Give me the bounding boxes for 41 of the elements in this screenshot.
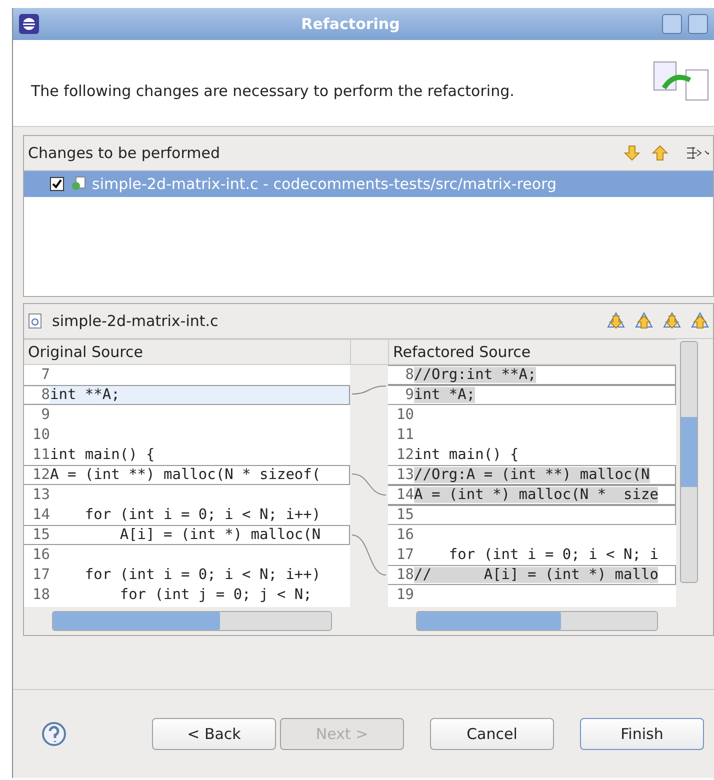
up-arrow-icon[interactable] <box>651 144 669 162</box>
header-message: The following changes are necessary to perform the refactoring. <box>31 82 516 100</box>
next-change-icon[interactable] <box>663 312 681 330</box>
diff-connector <box>352 534 386 576</box>
diff-connector <box>352 386 386 394</box>
horizontal-scrollbar[interactable] <box>52 611 332 631</box>
code-line: for (int j = 0; j < N; <box>118 587 312 603</box>
file-change-icon <box>70 176 86 192</box>
changes-title: Changes to be performed <box>28 144 221 162</box>
code-line: A[i] = (int *) malloc(N <box>118 527 321 543</box>
refactored-source-header: Refactored Source <box>388 339 676 365</box>
c-file-icon <box>28 313 42 329</box>
checkbox[interactable] <box>50 177 64 191</box>
code-line: int main() { <box>414 447 519 463</box>
previous-difference-icon[interactable] <box>635 312 653 330</box>
help-icon[interactable] <box>41 721 67 747</box>
line-number: 8 <box>24 387 50 403</box>
code-line: for (int i = 0; i < N; i <box>448 547 658 563</box>
dialog-button[interactable]: Cancel <box>430 718 554 750</box>
dialog-button[interactable]: Finish <box>580 718 704 750</box>
previous-change-icon[interactable] <box>691 312 709 330</box>
original-code-editor[interactable]: 7 8int **A; 9 10 11int main() { 12A = (int **) malloc(N * sizeof( 13 14 for (int i = 0; i < N; i++) 15 A[i] = (int *) malloc(N 16 17 for (int i = 0; i < N; i++) 18 for (int j = 0; j < N; <box>24 365 350 607</box>
dialog-button[interactable]: < Back <box>152 718 276 750</box>
code-line: for (int i = 0; i < N; i++) <box>84 567 321 583</box>
refactored-code-editor[interactable]: 8//Org:int **A; 9int *A; 10 11 12int main() { 13//Org:A = (int **) malloc(N 14A = (int *) malloc(N * size 15 16 17 for (int i = 0; i < N; i 18// A[i] = (int *) mallo 19 <box>388 365 676 607</box>
down-arrow-icon[interactable] <box>623 144 641 162</box>
app-logo-icon <box>19 14 39 34</box>
maximize-button[interactable] <box>662 14 682 34</box>
compare-file-name: simple-2d-matrix-int.c <box>52 312 220 330</box>
code-line: for (int i = 0; i < N; i++) <box>84 507 321 523</box>
code-line: A = (int **) malloc(N * sizeof( <box>50 467 321 483</box>
close-button[interactable] <box>688 14 708 34</box>
original-source-header: Original Source <box>24 339 350 365</box>
code-line: int **A; <box>50 387 120 403</box>
change-label: simple-2d-matrix-int.c - codecomments-tests/src/matrix-reorg <box>92 175 557 193</box>
horizontal-scrollbar[interactable] <box>416 611 658 631</box>
vertical-scrollbar[interactable] <box>680 341 698 583</box>
next-difference-icon[interactable] <box>607 312 625 330</box>
diff-connector <box>352 474 386 496</box>
code-line: int main() { <box>50 447 155 463</box>
window-title: Refactoring <box>300 15 401 33</box>
